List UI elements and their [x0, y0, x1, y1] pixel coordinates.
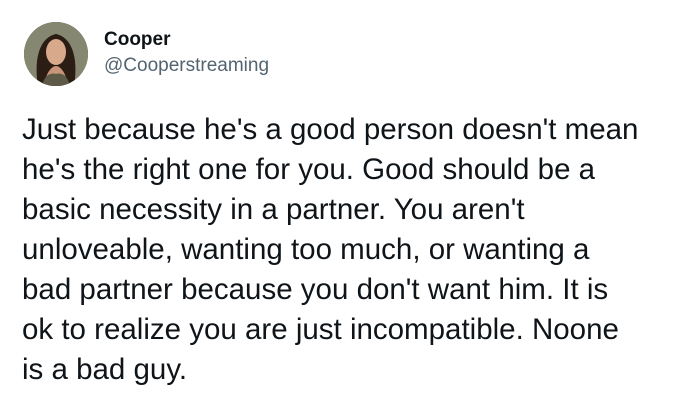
tweet-card: Cooper @Cooperstreaming Just because he'…	[0, 0, 700, 418]
tweet-text-line: Just because he's a good person doesn't …	[22, 113, 639, 146]
tweet-text-line: basic necessity in a partner. You aren't	[22, 193, 525, 226]
display-name[interactable]: Cooper	[104, 29, 171, 51]
tweet-text-line: bad partner because you don't want him. …	[22, 273, 609, 306]
tweet-text-line: he's the right one for you. Good should …	[22, 153, 596, 186]
tweet-text-line: ok to realize you are just incompatible.…	[22, 313, 619, 346]
avatar[interactable]	[24, 22, 88, 86]
tweet-text: Just because he's a good person doesn't …	[22, 110, 682, 390]
profile-photo-icon	[24, 22, 88, 86]
user-handle[interactable]: @Cooperstreaming	[104, 55, 269, 77]
tweet-text-line: unloveable, wanting too much, or wanting…	[22, 233, 590, 266]
tweet-text-line: is a bad guy.	[22, 353, 188, 386]
